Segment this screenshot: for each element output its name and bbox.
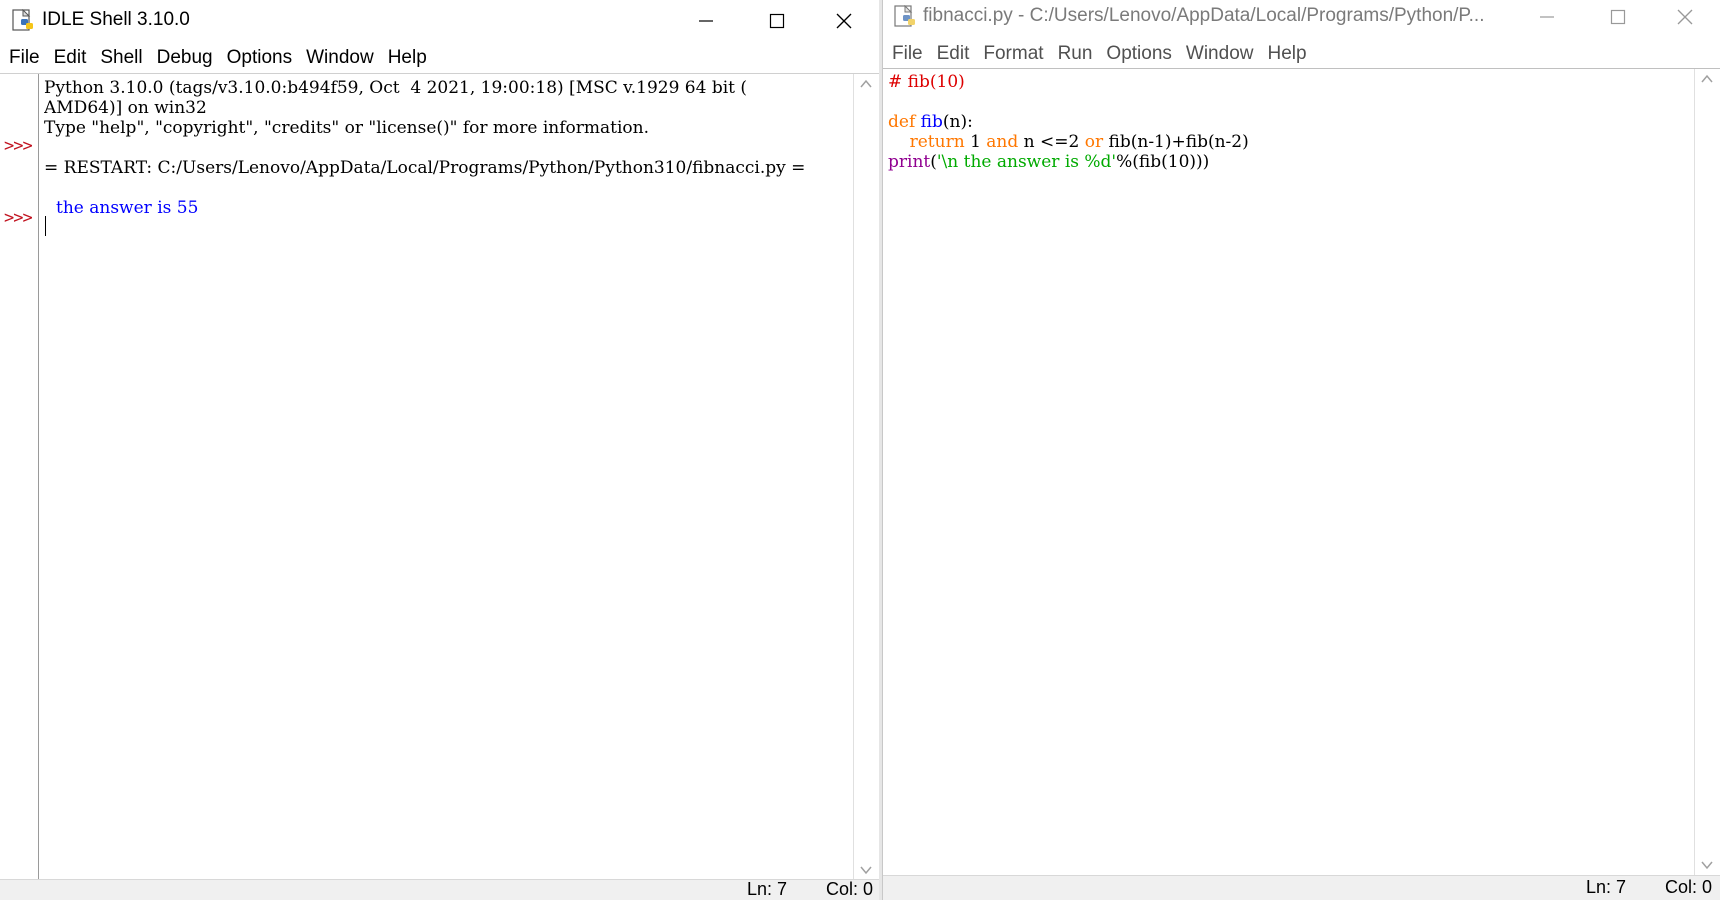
menu-help[interactable]: Help	[381, 47, 434, 69]
code-comment: # fib(10)	[888, 72, 965, 92]
code-editor-area[interactable]: # fib(10) def fib(n): return 1 and n <=2…	[888, 72, 1690, 875]
code-text: (n):	[942, 112, 973, 132]
idle-shell-window: IDLE Shell 3.10.0 File Edit Shell Debug …	[0, 0, 880, 900]
code-line-5: print('\n the answer is %d'%(fib(10)))	[888, 152, 1209, 172]
shell-prompt: >>>	[4, 136, 33, 156]
code-keyword: and	[986, 132, 1019, 152]
close-icon	[836, 13, 852, 29]
menu-help[interactable]: Help	[1260, 43, 1313, 65]
chevron-down-icon[interactable]	[1700, 859, 1714, 871]
shell-banner-line: Type "help", "copyright", "credits" or "…	[44, 118, 650, 138]
editor-vertical-scrollbar[interactable]	[1694, 69, 1720, 875]
code-text: (	[930, 152, 937, 172]
close-icon	[1677, 9, 1693, 25]
maximize-button[interactable]	[742, 0, 812, 42]
menu-edit[interactable]: Edit	[47, 47, 94, 69]
shell-vertical-scrollbar[interactable]	[853, 74, 879, 880]
code-builtin: print	[888, 152, 931, 172]
close-button[interactable]	[1650, 0, 1720, 34]
shell-menubar: File Edit Shell Debug Options Window Hel…	[0, 44, 879, 72]
code-string: '\n the answer is %d'	[936, 152, 1117, 172]
close-button[interactable]	[809, 0, 879, 42]
code-keyword: def	[888, 112, 916, 132]
status-line-number: Ln: 7	[746, 879, 787, 899]
shell-titlebar[interactable]: IDLE Shell 3.10.0	[0, 0, 879, 42]
shell-content: >>> >>> Python 3.10.0 (tags/v3.10.0:b494…	[0, 73, 879, 880]
window-title: fibnacci.py - C:/Users/Lenovo/AppData/Lo…	[923, 5, 1485, 26]
code-keyword: or	[1084, 132, 1104, 152]
code-line-4: return 1 and n <=2 or fib(n-1)+fib(n-2)	[888, 132, 1249, 152]
editor-content: # fib(10) def fib(n): return 1 and n <=2…	[883, 68, 1720, 875]
code-text: 1	[964, 132, 987, 152]
chevron-up-icon[interactable]	[1700, 73, 1714, 85]
python-file-icon	[894, 4, 920, 29]
text-cursor	[45, 216, 46, 236]
status-column-number: Col: 0	[825, 879, 873, 899]
menu-format[interactable]: Format	[976, 43, 1050, 65]
menu-debug[interactable]: Debug	[150, 47, 220, 69]
code-line-3: def fib(n):	[888, 112, 973, 132]
shell-banner-line: AMD64)] on win32	[44, 98, 207, 118]
menu-window[interactable]: Window	[299, 47, 381, 69]
minimize-button[interactable]	[1512, 0, 1582, 34]
menu-window[interactable]: Window	[1179, 43, 1261, 65]
shell-statusbar: Ln: 7 Col: 0	[0, 879, 879, 900]
code-text: fib(n-1)+fib(n-2)	[1103, 132, 1249, 152]
python-idle-icon	[12, 8, 38, 33]
shell-banner-line: Python 3.10.0 (tags/v3.10.0:b494f59, Oct…	[44, 78, 748, 98]
code-definition: fib	[920, 112, 943, 132]
window-title: IDLE Shell 3.10.0	[42, 9, 190, 30]
code-text: n <=2	[1018, 132, 1085, 152]
minimize-icon	[699, 20, 713, 22]
menu-options[interactable]: Options	[1099, 43, 1178, 65]
chevron-down-icon[interactable]	[859, 864, 873, 876]
code-keyword: return	[909, 132, 965, 152]
shell-restart-line: = RESTART: C:/Users/Lenovo/AppData/Local…	[44, 158, 806, 178]
menu-shell[interactable]: Shell	[93, 47, 149, 69]
code-line-1: # fib(10)	[888, 72, 965, 92]
editor-statusbar: Ln: 7 Col: 0	[883, 875, 1720, 900]
maximize-icon	[769, 13, 785, 29]
menu-options[interactable]: Options	[220, 47, 299, 69]
status-column-number: Col: 0	[1664, 877, 1712, 897]
maximize-icon	[1610, 9, 1626, 25]
editor-titlebar[interactable]: fibnacci.py - C:/Users/Lenovo/AppData/Lo…	[883, 0, 1720, 42]
minimize-icon	[1540, 16, 1554, 18]
editor-menubar: File Edit Format Run Options Window Help	[883, 40, 1720, 68]
menu-file[interactable]: File	[2, 47, 47, 69]
shell-text-area[interactable]: Python 3.10.0 (tags/v3.10.0:b494f59, Oct…	[44, 74, 849, 880]
prompt-gutter: >>> >>>	[0, 74, 39, 880]
minimize-button[interactable]	[671, 0, 741, 42]
shell-prompt: >>>	[4, 208, 33, 228]
shell-output-line: the answer is 55	[56, 198, 199, 218]
menu-run[interactable]: Run	[1051, 43, 1100, 65]
menu-edit[interactable]: Edit	[930, 43, 977, 65]
status-line-number: Ln: 7	[1585, 877, 1626, 897]
menu-file[interactable]: File	[885, 43, 930, 65]
editor-window: fibnacci.py - C:/Users/Lenovo/AppData/Lo…	[882, 0, 1720, 900]
code-text: %(fib(10)))	[1116, 152, 1210, 172]
chevron-up-icon[interactable]	[859, 78, 873, 90]
maximize-button[interactable]	[1583, 0, 1653, 34]
